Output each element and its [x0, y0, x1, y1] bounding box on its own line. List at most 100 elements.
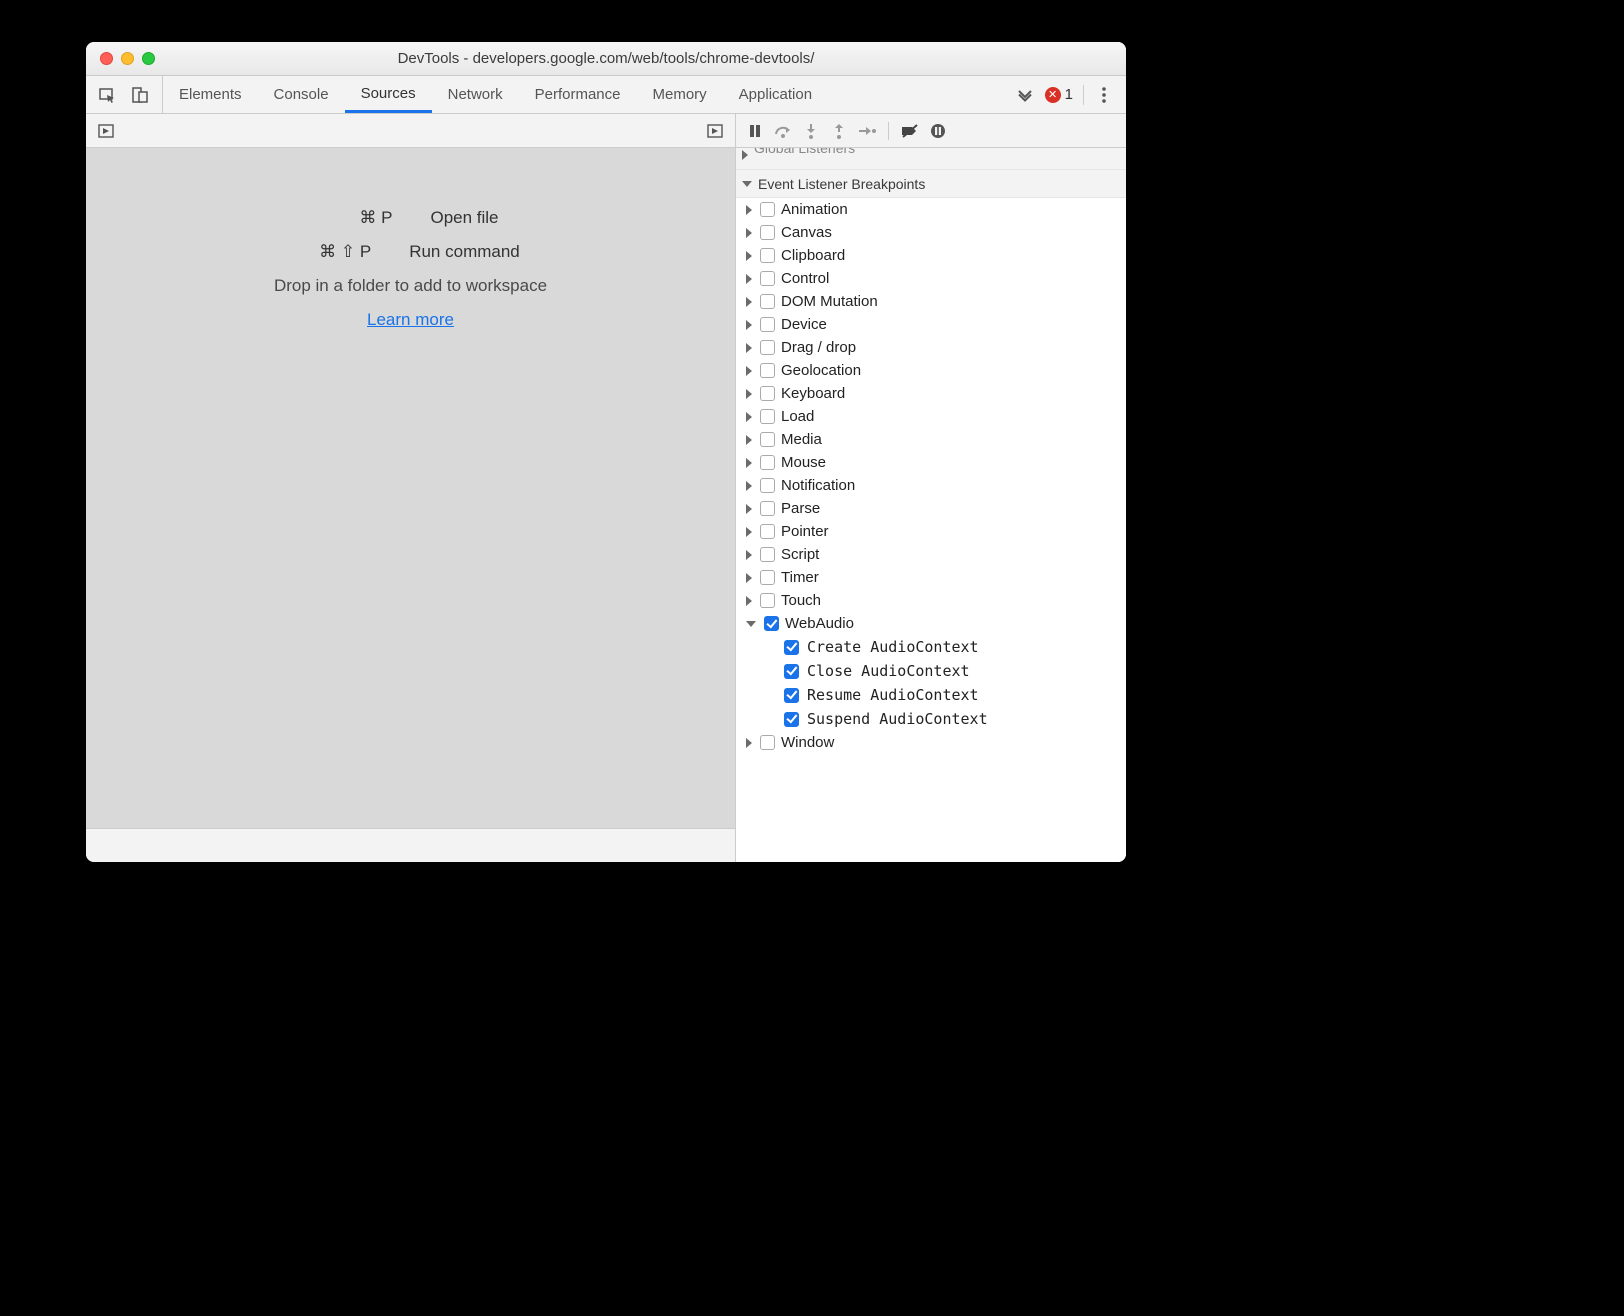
- expand-icon: [746, 458, 752, 468]
- show-debugger-icon[interactable]: [705, 121, 725, 141]
- breakpoint-category[interactable]: Control: [736, 267, 1126, 290]
- expand-icon: [746, 343, 752, 353]
- debugger-sidebar: Global Listeners Event Listener Breakpoi…: [736, 114, 1126, 862]
- breakpoint-category[interactable]: Clipboard: [736, 244, 1126, 267]
- tab-sources[interactable]: Sources: [345, 76, 432, 113]
- deactivate-breakpoints-icon[interactable]: [899, 120, 921, 142]
- error-icon: ✕: [1045, 87, 1061, 103]
- breakpoint-category[interactable]: Parse: [736, 497, 1126, 520]
- category-checkbox[interactable]: [760, 225, 775, 240]
- breakpoint-item[interactable]: Create AudioContext: [736, 635, 1126, 659]
- breakpoint-label: Suspend AudioContext: [807, 710, 988, 728]
- device-toolbar-icon[interactable]: [130, 85, 150, 105]
- show-navigator-icon[interactable]: [96, 121, 116, 141]
- breakpoint-category[interactable]: Drag / drop: [736, 336, 1126, 359]
- category-checkbox[interactable]: [760, 340, 775, 355]
- category-label: Mouse: [781, 454, 826, 471]
- breakpoint-category[interactable]: Window: [736, 731, 1126, 754]
- tabstrip-right: ✕ 1: [1003, 76, 1126, 113]
- pause-on-exceptions-icon[interactable]: [927, 120, 949, 142]
- expand-icon: [746, 596, 752, 606]
- breakpoint-category[interactable]: WebAudio: [736, 612, 1126, 635]
- category-checkbox[interactable]: [760, 248, 775, 263]
- breakpoint-category[interactable]: DOM Mutation: [736, 290, 1126, 313]
- category-checkbox[interactable]: [760, 294, 775, 309]
- category-checkbox[interactable]: [760, 317, 775, 332]
- tab-network[interactable]: Network: [432, 76, 519, 113]
- category-label: Parse: [781, 500, 820, 517]
- category-label: Window: [781, 734, 834, 751]
- breakpoint-category[interactable]: Pointer: [736, 520, 1126, 543]
- tab-console[interactable]: Console: [258, 76, 345, 113]
- sources-empty-state: ⌘ P Open file ⌘ ⇧ P Run command Drop in …: [86, 148, 735, 828]
- category-checkbox[interactable]: [760, 478, 775, 493]
- event-listener-breakpoints-header[interactable]: Event Listener Breakpoints: [736, 170, 1126, 198]
- sources-footer: [86, 828, 735, 862]
- breakpoint-category[interactable]: Geolocation: [736, 359, 1126, 382]
- breakpoint-category[interactable]: Script: [736, 543, 1126, 566]
- category-label: Clipboard: [781, 247, 845, 264]
- learn-more-link[interactable]: Learn more: [367, 310, 454, 330]
- breakpoint-category[interactable]: Keyboard: [736, 382, 1126, 405]
- panel-tabs: ElementsConsoleSourcesNetworkPerformance…: [163, 76, 828, 113]
- breakpoint-category[interactable]: Animation: [736, 198, 1126, 221]
- expand-icon: [746, 527, 752, 537]
- breakpoint-category[interactable]: Canvas: [736, 221, 1126, 244]
- category-checkbox[interactable]: [760, 386, 775, 401]
- category-checkbox[interactable]: [760, 432, 775, 447]
- category-checkbox[interactable]: [760, 593, 775, 608]
- category-checkbox[interactable]: [760, 455, 775, 470]
- tab-elements[interactable]: Elements: [163, 76, 258, 113]
- breakpoint-checkbox[interactable]: [784, 640, 799, 655]
- category-checkbox[interactable]: [760, 271, 775, 286]
- breakpoint-category[interactable]: Media: [736, 428, 1126, 451]
- more-tabs-icon[interactable]: [1015, 85, 1035, 105]
- category-checkbox[interactable]: [760, 547, 775, 562]
- breakpoint-category[interactable]: Touch: [736, 589, 1126, 612]
- runcmd-label: Run command: [409, 242, 520, 262]
- error-count[interactable]: ✕ 1: [1045, 86, 1073, 103]
- step-into-icon[interactable]: [800, 120, 822, 142]
- sources-toolbar: [86, 114, 735, 148]
- category-checkbox[interactable]: [764, 616, 779, 631]
- breakpoint-checkbox[interactable]: [784, 712, 799, 727]
- category-checkbox[interactable]: [760, 409, 775, 424]
- devtools-window: DevTools - developers.google.com/web/too…: [86, 42, 1126, 862]
- breakpoint-categories: Animation Canvas Clipboard Control DOM Mutat…: [736, 198, 1126, 862]
- breakpoint-category[interactable]: Notification: [736, 474, 1126, 497]
- category-checkbox[interactable]: [760, 570, 775, 585]
- kebab-menu-icon[interactable]: [1094, 85, 1114, 105]
- category-label: Canvas: [781, 224, 832, 241]
- error-count-value: 1: [1065, 86, 1073, 103]
- category-label: Media: [781, 431, 822, 448]
- tab-performance[interactable]: Performance: [519, 76, 637, 113]
- breakpoint-category[interactable]: Device: [736, 313, 1126, 336]
- breakpoint-label: Close AudioContext: [807, 662, 970, 680]
- breakpoint-category[interactable]: Load: [736, 405, 1126, 428]
- category-checkbox[interactable]: [760, 735, 775, 750]
- breakpoint-checkbox[interactable]: [784, 688, 799, 703]
- global-listeners-header[interactable]: Global Listeners: [736, 148, 1126, 170]
- breakpoint-category[interactable]: Timer: [736, 566, 1126, 589]
- step-over-icon[interactable]: [772, 120, 794, 142]
- breakpoint-checkbox[interactable]: [784, 664, 799, 679]
- tab-memory[interactable]: Memory: [637, 76, 723, 113]
- inspect-element-icon[interactable]: [98, 85, 118, 105]
- category-checkbox[interactable]: [760, 202, 775, 217]
- pause-icon[interactable]: [744, 120, 766, 142]
- category-label: DOM Mutation: [781, 293, 878, 310]
- expand-icon: [746, 481, 752, 491]
- debugger-toolbar: [736, 114, 1126, 148]
- breakpoint-item[interactable]: Close AudioContext: [736, 659, 1126, 683]
- step-out-icon[interactable]: [828, 120, 850, 142]
- tab-application[interactable]: Application: [723, 76, 828, 113]
- breakpoint-category[interactable]: Mouse: [736, 451, 1126, 474]
- breakpoint-item[interactable]: Resume AudioContext: [736, 683, 1126, 707]
- step-icon[interactable]: [856, 120, 878, 142]
- category-checkbox[interactable]: [760, 363, 775, 378]
- category-checkbox[interactable]: [760, 524, 775, 539]
- category-label: Timer: [781, 569, 819, 586]
- expand-icon: [746, 412, 752, 422]
- category-checkbox[interactable]: [760, 501, 775, 516]
- breakpoint-item[interactable]: Suspend AudioContext: [736, 707, 1126, 731]
